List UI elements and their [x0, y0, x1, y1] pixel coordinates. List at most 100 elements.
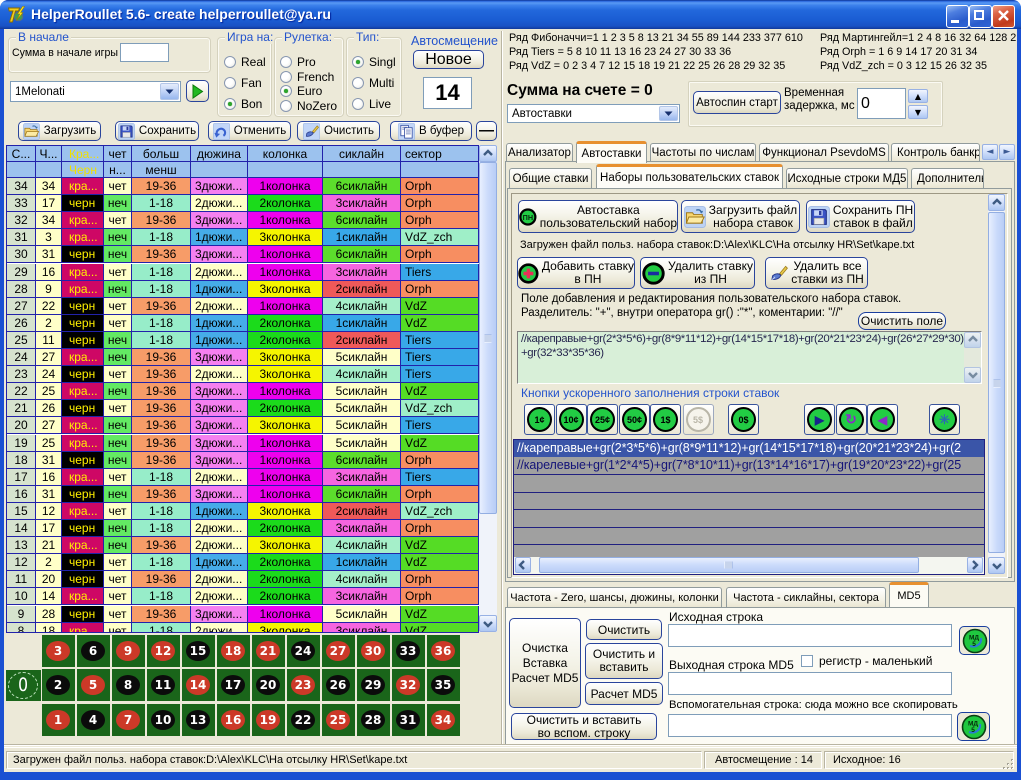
- board-cell-17[interactable]: 17: [217, 669, 250, 701]
- radio-euro[interactable]: Euro: [280, 84, 340, 97]
- md5-clear-button[interactable]: Очистить: [586, 619, 662, 640]
- start-sum-input[interactable]: [120, 43, 169, 62]
- board-cell-8[interactable]: 8: [112, 669, 145, 701]
- sub-tab-3[interactable]: Дополнительные: [911, 168, 984, 188]
- md5-out-input[interactable]: [668, 672, 952, 695]
- delay-input[interactable]: 0: [857, 88, 906, 119]
- freq-tab-0[interactable]: Частота - Zero, шансы, дюжины, колонки: [507, 587, 722, 607]
- sub-tab-0[interactable]: Общие ставки: [509, 168, 592, 188]
- board-cell-13[interactable]: 13: [182, 704, 215, 736]
- load-set-file-button[interactable]: Загрузить файлнабора ставок: [681, 200, 800, 233]
- board-cell-19[interactable]: 19: [252, 704, 285, 736]
- md5-src-input[interactable]: [668, 624, 952, 647]
- board-cell-15[interactable]: 15: [182, 635, 215, 667]
- board-cell-4[interactable]: 4: [77, 704, 110, 736]
- board-cell-7[interactable]: 7: [112, 704, 145, 736]
- radio-bon[interactable]: Bon: [224, 97, 268, 110]
- toolbar-undo-button[interactable]: Отменить: [208, 121, 291, 141]
- board-cell-12[interactable]: 12: [147, 635, 180, 667]
- sets-scroll-down[interactable]: [988, 557, 1005, 574]
- board-cell-30[interactable]: 30: [357, 635, 390, 667]
- radio-french[interactable]: French: [280, 70, 340, 83]
- toolbar-clear-button[interactable]: Очистить: [297, 121, 380, 141]
- autospin-start-button[interactable]: Автоспин старт: [693, 91, 781, 114]
- list-scroll-left[interactable]: [515, 557, 531, 573]
- board-cell-16[interactable]: 16: [217, 704, 250, 736]
- board-cell-24[interactable]: 24: [287, 635, 320, 667]
- table-scroll-thumb[interactable]: [479, 162, 497, 514]
- list-hscrollbar[interactable]: [514, 557, 984, 574]
- list-item[interactable]: //карелевые+gr(1*2*4*5)+gr(7*8*10*11)+gr…: [514, 457, 985, 474]
- main-tab-4[interactable]: Контроль банкролла: [891, 143, 980, 161]
- board-cell-5[interactable]: 5: [77, 669, 110, 701]
- md5-clear-paste-button[interactable]: Очистить ивставить: [585, 643, 663, 679]
- board-cell-20[interactable]: 20: [252, 669, 285, 701]
- edit-scroll-up[interactable]: [964, 332, 981, 348]
- board-cell-34[interactable]: 34: [427, 704, 460, 736]
- board-cell-36[interactable]: 36: [427, 635, 460, 667]
- radio-live[interactable]: Live: [352, 97, 398, 110]
- sets-scroll-thumb[interactable]: [988, 212, 1005, 553]
- chip-coin-disabled-5[interactable]: 5$: [683, 404, 714, 435]
- board-cell-32[interactable]: 32: [392, 669, 425, 701]
- radio-real[interactable]: Real: [224, 55, 268, 68]
- delay-spin-up[interactable]: ▲: [908, 89, 928, 103]
- board-cell-zero[interactable]: 0: [6, 670, 40, 702]
- board-cell-33[interactable]: 33: [392, 635, 425, 667]
- chip-back-9[interactable]: ◀: [867, 404, 898, 435]
- run-preset-button[interactable]: [186, 80, 209, 102]
- board-cell-9[interactable]: 9: [112, 635, 145, 667]
- radio-fan[interactable]: Fan: [224, 76, 268, 89]
- board-cell-14[interactable]: 14: [182, 669, 215, 701]
- sets-scroll-up[interactable]: [988, 194, 1005, 211]
- sub-tab-2[interactable]: Исходные строки МД5: [786, 168, 908, 188]
- preset-combo[interactable]: 1Melonati: [10, 81, 181, 102]
- md5-case-checkbox[interactable]: [801, 655, 813, 667]
- board-cell-21[interactable]: 21: [252, 635, 285, 667]
- close-button[interactable]: [992, 5, 1015, 28]
- main-tab-0[interactable]: Анализатор: [506, 143, 573, 161]
- chip-coin-0[interactable]: 1¢: [524, 404, 555, 435]
- chip-play-7[interactable]: ▶: [804, 404, 835, 435]
- main-tab-1[interactable]: Автоставки: [576, 141, 647, 163]
- maximize-button[interactable]: [969, 5, 992, 28]
- main-tab-2[interactable]: Частоты по числам: [650, 143, 756, 161]
- board-cell-11[interactable]: 11: [147, 669, 180, 701]
- sets-vscrollbar[interactable]: [988, 194, 1005, 574]
- save-set-file-button[interactable]: Сохранить ПНставок в файл: [806, 200, 915, 233]
- board-cell-22[interactable]: 22: [287, 704, 320, 736]
- bets-edit-area[interactable]: //кареправые+gr(2*3*5*6)+gr(8*9*11*12)+g…: [517, 331, 982, 384]
- table-scrollbar[interactable]: [479, 145, 497, 632]
- minimize-button[interactable]: [946, 5, 969, 28]
- tab-scroll-right[interactable]: ►: [999, 144, 1015, 160]
- board-cell-28[interactable]: 28: [357, 704, 390, 736]
- toolbar-minus-button[interactable]: —: [476, 121, 497, 141]
- chip-coin-6[interactable]: 0$: [728, 404, 759, 435]
- sub-tab-1[interactable]: Наборы пользовательских ставок: [596, 164, 783, 188]
- remove-bet-button[interactable]: Удалить ставкуиз ПН: [640, 257, 755, 289]
- md5-aux-input[interactable]: [668, 714, 952, 737]
- md5-src-orb-button[interactable]: МД5: [959, 626, 990, 655]
- board-cell-1[interactable]: 1: [42, 704, 75, 736]
- list-item[interactable]: //кареправые+gr(2*3*5*6)+gr(8*9*11*12)+g…: [514, 440, 985, 457]
- freq-tab-2[interactable]: MD5: [889, 582, 929, 607]
- toolbar-buffer-button[interactable]: В буфер: [390, 121, 472, 141]
- chip-coin-4[interactable]: 1$: [650, 404, 681, 435]
- chip-cross-10[interactable]: ✳: [929, 404, 960, 435]
- remove-all-bets-button[interactable]: Удалить всеставки из ПН: [765, 257, 868, 289]
- table-scroll-up[interactable]: [479, 145, 497, 162]
- tab-scroll-left[interactable]: ◄: [982, 144, 998, 160]
- list-scroll-thumb[interactable]: [539, 557, 919, 573]
- board-cell-18[interactable]: 18: [217, 635, 250, 667]
- radio-nozero[interactable]: NoZero: [280, 99, 340, 112]
- chip-coin-2[interactable]: 25¢: [587, 404, 618, 435]
- radio-singl[interactable]: Singl: [352, 55, 398, 68]
- board-cell-3[interactable]: 3: [42, 635, 75, 667]
- delay-spin-down[interactable]: ▼: [908, 105, 928, 119]
- board-cell-29[interactable]: 29: [357, 669, 390, 701]
- clear-field-button[interactable]: Очистить поле: [858, 312, 946, 330]
- md5-clear-paste-calc-button[interactable]: ОчисткаВставкаРасчет MD5: [509, 618, 581, 708]
- md5-aux-orb-button[interactable]: МД5: [957, 712, 990, 741]
- chip-repeat-8[interactable]: ↻: [836, 404, 867, 435]
- chip-coin-3[interactable]: 50¢: [619, 404, 650, 435]
